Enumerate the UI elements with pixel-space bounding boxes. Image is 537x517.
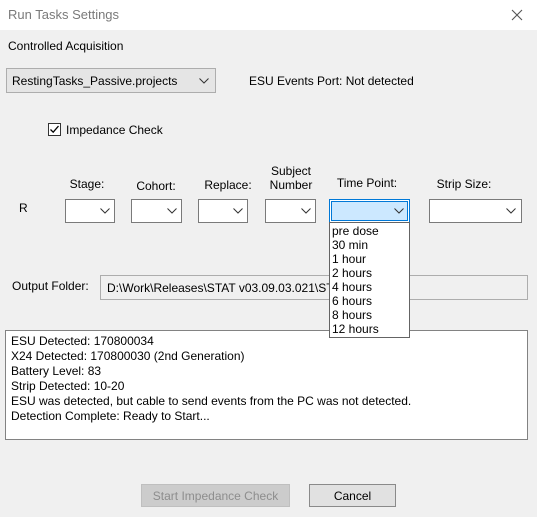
cohort-label: Cohort: (136, 179, 176, 193)
subject-label-line1: Subject (270, 164, 312, 178)
close-icon (511, 9, 523, 21)
time-point-option[interactable]: 4 hours (332, 280, 372, 294)
replace-select[interactable] (198, 199, 248, 223)
strip-size-select[interactable] (429, 199, 522, 223)
time-point-option[interactable]: 8 hours (332, 308, 372, 322)
chevron-down-icon (199, 77, 209, 84)
subject-label-line2: Number (269, 178, 313, 192)
close-button[interactable] (503, 2, 531, 28)
log-line: X24 Detected: 170800030 (2nd Generation) (11, 349, 245, 363)
log-line: Battery Level: 83 (11, 364, 102, 378)
window-title: Run Tasks Settings (8, 7, 120, 22)
status-log[interactable]: ESU Detected: 170800034 X24 Detected: 17… (5, 330, 528, 440)
time-point-option[interactable]: 12 hours (332, 322, 379, 336)
impedance-label[interactable]: Impedance Check (66, 123, 163, 137)
time-point-option[interactable]: pre dose (332, 224, 379, 238)
title-bar: Run Tasks Settings (0, 0, 537, 30)
time-point-option[interactable]: 1 hour (332, 252, 366, 266)
time-point-option[interactable]: 6 hours (332, 294, 372, 308)
output-folder-label: Output Folder: (12, 279, 89, 293)
chevron-down-icon (394, 208, 404, 214)
time-point-select[interactable] (329, 199, 410, 223)
row-label: R (19, 201, 28, 215)
group-label: Controlled Acquisition (8, 39, 124, 53)
replace-label: Replace: (204, 178, 252, 192)
time-point-option[interactable]: 30 min (332, 238, 368, 252)
strip-size-label: Strip Size: (436, 177, 492, 191)
project-select-value: RestingTasks_Passive.projects (12, 74, 178, 88)
impedance-checkbox[interactable] (48, 123, 61, 136)
start-impedance-check-button[interactable]: Start Impedance Check (141, 484, 290, 507)
time-point-label: Time Point: (336, 176, 398, 190)
subject-number-select[interactable] (265, 199, 316, 223)
subject-number-label: Subject Number (262, 164, 320, 192)
chevron-down-icon (167, 208, 177, 214)
project-select[interactable]: RestingTasks_Passive.projects (6, 68, 216, 93)
checkmark-icon (50, 125, 59, 134)
esu-port-status: ESU Events Port: Not detected (249, 74, 414, 88)
output-folder-field[interactable]: D:\Work\Releases\STAT v03.09.03.021\STAT… (100, 275, 528, 300)
chevron-down-icon (100, 208, 110, 214)
cancel-button[interactable]: Cancel (309, 484, 396, 507)
stage-select[interactable] (65, 199, 115, 223)
chevron-down-icon (301, 208, 311, 214)
stage-label: Stage: (69, 177, 105, 191)
log-line: ESU Detected: 170800034 (11, 334, 154, 348)
log-line: Detection Complete: Ready to Start... (11, 409, 210, 423)
log-line: ESU was detected, but cable to send even… (11, 394, 412, 408)
time-point-dropdown[interactable]: pre dose 30 min 1 hour 2 hours 4 hours 6… (329, 222, 410, 338)
cohort-select[interactable] (131, 199, 182, 223)
chevron-down-icon (506, 208, 516, 214)
time-point-option[interactable]: 2 hours (332, 266, 372, 280)
log-line: Strip Detected: 10-20 (11, 379, 125, 393)
chevron-down-icon (233, 208, 243, 214)
